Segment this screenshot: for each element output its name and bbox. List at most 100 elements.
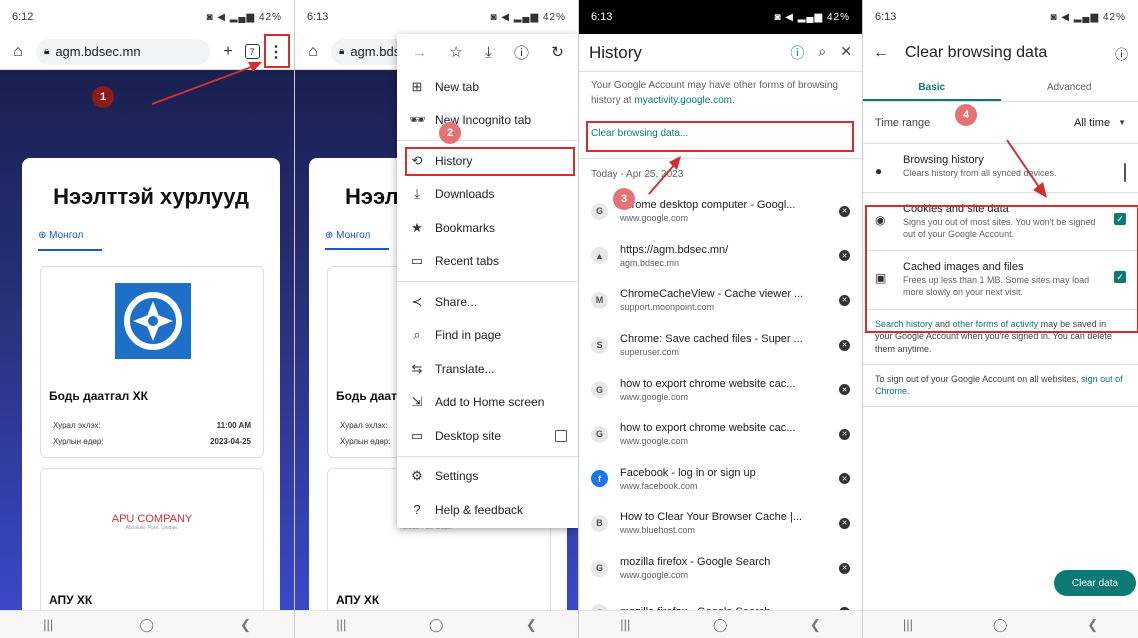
history-title: how to export chrome website cac...: [620, 377, 796, 390]
web-page: Нээлттэй хурлууд ⊕ Монгол Бодь даатгал Х…: [0, 70, 294, 628]
menu-highlight: [264, 34, 290, 68]
history-url: support.moonpoint.com: [620, 302, 715, 313]
menu-item-new-incognito-tab[interactable]: 🕶 New Incognito tab: [397, 104, 578, 138]
bod-logo: [115, 283, 191, 359]
back-icon[interactable]: ❮: [1087, 617, 1098, 633]
company-card-2[interactable]: APU COMPANY Absolute. Pure. Unique. АПУ …: [40, 468, 264, 628]
menu-item-recent-tabs[interactable]: ▭ Recent tabs: [397, 245, 578, 279]
remove-entry-icon[interactable]: ✕: [839, 339, 850, 351]
menu-item-find-in-page[interactable]: ⌕ Find in page: [397, 319, 578, 353]
home-icon[interactable]: ⌂: [301, 40, 325, 64]
history-info-note: Your Google Account may have other forms…: [591, 80, 838, 106]
recents-icon[interactable]: |||: [903, 617, 913, 632]
clear-data-button[interactable]: Clear data: [1054, 570, 1136, 596]
date-header: Today - Apr 25, 2023: [591, 168, 684, 180]
menu-item-translate[interactable]: ⇆ Translate...: [397, 352, 578, 386]
meeting-date-row: Хурлын өдөр: 2023-04-25: [53, 437, 251, 446]
arrow-annotation-3: [648, 156, 681, 195]
history-row[interactable]: Ghow to export chrome website cac... www.…: [579, 412, 862, 457]
remove-entry-icon[interactable]: ✕: [839, 250, 850, 262]
history-row[interactable]: ▲ https://agm.bdsec.mn/agm.bdsec.mn ✕: [579, 234, 862, 279]
dropdown-arrow-icon: ▼: [1118, 118, 1126, 127]
remove-entry-icon[interactable]: ✕: [839, 294, 850, 306]
remove-entry-icon[interactable]: ✕: [839, 473, 850, 485]
menu-item-label: Desktop site: [435, 428, 502, 443]
history-url: www.facebook.com: [620, 480, 698, 491]
forward-icon[interactable]: →: [412, 44, 427, 61]
desktop-icon: ▭: [410, 427, 424, 443]
remove-entry-icon[interactable]: ✕: [839, 384, 850, 396]
info-icon[interactable]: ⓘ: [790, 43, 804, 63]
settings-icon: ⚙: [411, 468, 423, 484]
menu-item-new-tab[interactable]: ⊞ New tab: [397, 70, 578, 104]
language-tab[interactable]: ⊕ Монгол: [325, 230, 370, 241]
help-icon[interactable]: ⓘ: [1115, 44, 1128, 63]
back-icon[interactable]: ❮: [810, 617, 821, 633]
menu-item-label: Add to Home screen: [435, 395, 545, 410]
back-icon[interactable]: ❮: [240, 617, 251, 633]
recents-icon[interactable]: |||: [43, 617, 53, 632]
site-favicon-icon: f: [591, 470, 608, 488]
options-highlight: [865, 205, 1138, 333]
history-row[interactable]: Ghow to export chrome website cac... www.…: [579, 367, 862, 412]
screenshot-panel-3: 6:13 ◙ ◀ ▂▄▆ 42% History ⓘ ⌕ ✕ Your Goog…: [578, 0, 862, 638]
myactivity-link[interactable]: myactivity.google.com: [634, 95, 732, 106]
menu-item-bookmarks[interactable]: ★ Bookmarks: [397, 211, 578, 245]
tab-basic[interactable]: Basic: [863, 82, 1001, 101]
clear-option-row[interactable]: ● Browsing history Clears history from all…: [863, 144, 1138, 193]
history-title: how to export chrome website cac...: [620, 422, 796, 435]
history-title: Chrome: Save cached files - Super ...: [620, 333, 803, 346]
home-nav-icon[interactable]: ◯: [713, 617, 728, 633]
site-favicon-icon: M: [591, 291, 608, 309]
history-row[interactable]: Gmozilla firefox - Google Search www.goog…: [579, 546, 862, 591]
bookmark-star-icon[interactable]: ☆: [449, 43, 462, 61]
search-icon[interactable]: ⌕: [818, 43, 826, 63]
tab-advanced[interactable]: Advanced: [1001, 82, 1138, 101]
clear-data-highlight: [586, 121, 854, 152]
history-row[interactable]: f Facebook - log in or sign up www.faceboo…: [579, 457, 862, 502]
page-title: Clear browsing data: [905, 44, 1048, 61]
history-title: https://agm.bdsec.mn/: [620, 243, 729, 256]
menu-item-add-to-home-screen[interactable]: ⇲ Add to Home screen: [397, 386, 578, 420]
close-icon[interactable]: ✕: [840, 43, 852, 63]
history-header: History ⓘ ⌕ ✕: [579, 34, 862, 72]
refresh-icon[interactable]: ↻: [551, 43, 564, 61]
remove-entry-icon[interactable]: ✕: [839, 517, 850, 529]
home-nav-icon[interactable]: ◯: [139, 617, 154, 633]
menu-item-help-feedback[interactable]: ? Help & feedback: [397, 493, 578, 527]
time-range-select[interactable]: All time: [1074, 117, 1110, 129]
time-range-row[interactable]: Time range All time ▼: [863, 102, 1138, 144]
history-url: www.google.com: [620, 213, 689, 224]
history-row[interactable]: M ChromeCacheView - Cache viewer ... suppo…: [579, 278, 862, 323]
screenshot-panel-1: 6:12 ◙ ◀ ▂▄▆ 42% ⌂ 🔒︎ agm.bdsec.mn + 7 ⋮…: [0, 0, 294, 638]
language-tab[interactable]: ⊕ Монгол: [38, 230, 102, 251]
info-icon[interactable]: ⓘ: [514, 42, 529, 63]
arrow-annotation-1: [151, 62, 262, 105]
screenshot-panel-4: 6:13 ◙ ◀ ▂▄▆ 42% ← Clear browsing data ⓘ…: [862, 0, 1138, 638]
menu-item-settings[interactable]: ⚙ Settings: [397, 460, 578, 494]
home-nav-icon[interactable]: ◯: [429, 617, 444, 633]
history-row[interactable]: S Chrome: Save cached files - Super ... su…: [579, 323, 862, 368]
home-icon[interactable]: ⌂: [6, 40, 30, 64]
menu-item-desktop-site[interactable]: ▭ Desktop site: [397, 419, 578, 453]
download-icon[interactable]: ⤓: [485, 44, 492, 61]
menu-item-downloads[interactable]: ⤓ Downloads: [397, 178, 578, 212]
option-checkbox[interactable]: [1124, 163, 1126, 182]
remove-entry-icon[interactable]: ✕: [839, 428, 850, 440]
status-time: 6:13: [875, 11, 897, 23]
menu-item-label: Settings: [435, 469, 479, 484]
apu-tagline: Absolute. Pure. Unique.: [125, 525, 179, 531]
remove-entry-icon[interactable]: ✕: [839, 205, 850, 217]
desktop-site-checkbox[interactable]: [555, 429, 567, 442]
step-badge-2: 2: [439, 122, 461, 144]
android-nav-bar: ||| ◯ ❮: [579, 610, 862, 638]
back-icon[interactable]: ❮: [526, 617, 537, 633]
company-card-1[interactable]: Бодь даатгал ХК Хурал эхлэх: 11:00 AM Хур…: [40, 266, 264, 458]
history-row[interactable]: B How to Clear Your Browser Cache |... www…: [579, 501, 862, 546]
remove-entry-icon[interactable]: ✕: [839, 562, 850, 574]
menu-item-share[interactable]: ≺ Share...: [397, 285, 578, 319]
recents-icon[interactable]: |||: [336, 617, 346, 632]
home-nav-icon[interactable]: ◯: [993, 617, 1008, 633]
recents-icon[interactable]: |||: [620, 617, 630, 632]
back-arrow-icon[interactable]: ←: [873, 44, 889, 62]
